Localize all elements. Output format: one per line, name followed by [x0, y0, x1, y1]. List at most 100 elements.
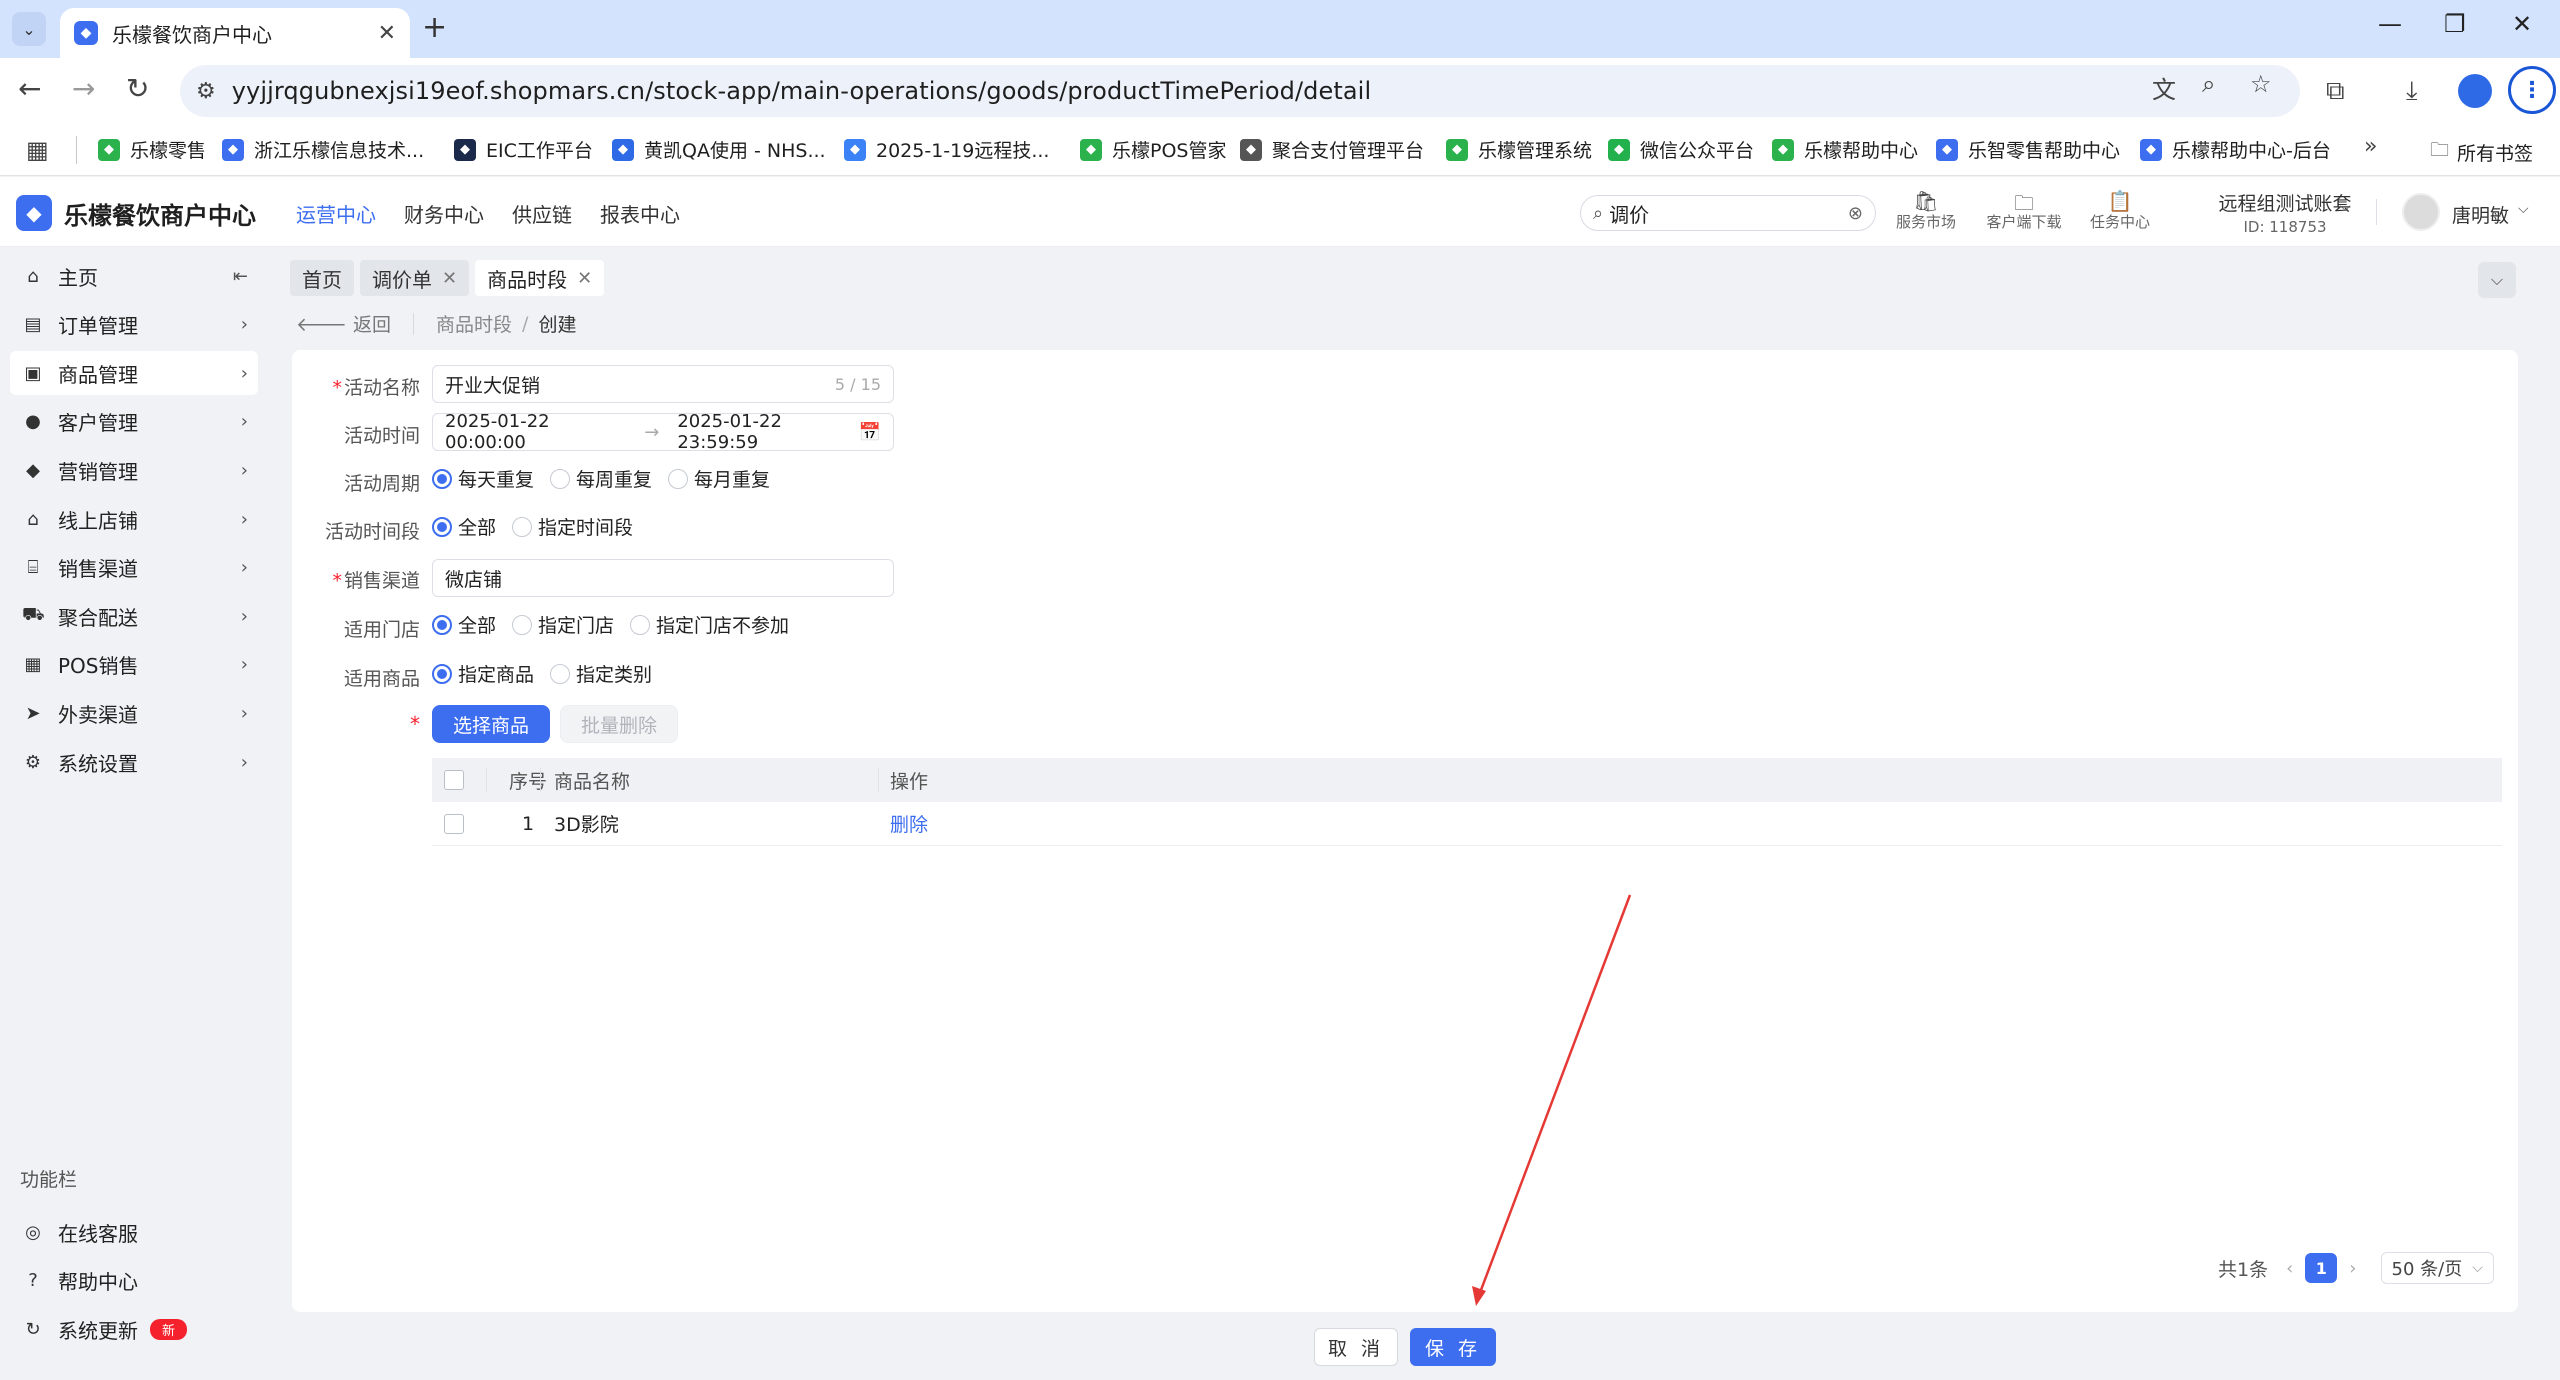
sidebar-item[interactable]: ▣ 商品管理 ›	[10, 351, 258, 396]
nav-reports[interactable]: 报表中心	[600, 199, 680, 228]
sidebar-item[interactable]: ▤ 订单管理 ›	[10, 303, 258, 347]
radio-store-specified[interactable]: 指定门店	[512, 611, 614, 638]
sales-channel-select[interactable]: 微店铺	[432, 559, 894, 597]
chevron-down-icon[interactable]: ⌵	[2340, 199, 2351, 215]
sidebar-item[interactable]: ⌂ 线上店铺 ›	[10, 497, 258, 541]
bookmark-item[interactable]: ◆ 乐檬POS管家	[1080, 136, 1226, 163]
select-goods-button[interactable]: 选择商品	[432, 705, 550, 743]
search-value[interactable]: 调价	[1609, 199, 1848, 228]
chevron-right-icon[interactable]: ›	[241, 703, 248, 724]
bookmark-item[interactable]: ◆ 乐檬管理系统	[1446, 136, 1592, 163]
profile-avatar[interactable]	[2458, 74, 2492, 108]
chevron-right-icon[interactable]: ›	[241, 411, 248, 432]
calendar-icon[interactable]: 📅	[859, 422, 881, 443]
minimize-icon[interactable]: —	[2378, 10, 2402, 38]
apps-grid-icon[interactable]: ▦	[26, 136, 49, 164]
row-checkbox[interactable]	[444, 813, 464, 834]
page-tab-goods-period[interactable]: 商品时段 ✕	[475, 260, 605, 296]
chevron-right-icon[interactable]: ›	[241, 509, 248, 530]
header-search-input[interactable]: ⌕ 调价 ⊗	[1580, 195, 1876, 231]
radio-dot[interactable]	[550, 468, 571, 489]
close-window-icon[interactable]: ✕	[2512, 10, 2532, 38]
chevron-right-icon[interactable]: ›	[241, 654, 248, 675]
cancel-button[interactable]: 取 消	[1314, 1328, 1398, 1366]
url-text[interactable]: yyjjrqgubnexjsi19eof.shopmars.cn/stock-a…	[232, 77, 1371, 105]
bookmark-item[interactable]: ◆ 聚合支付管理平台	[1240, 136, 1424, 163]
next-page-icon[interactable]: ›	[2349, 1258, 2356, 1279]
save-button[interactable]: 保 存	[1410, 1328, 1496, 1366]
bookmark-item[interactable]: ◆ 乐檬零售	[98, 136, 206, 163]
function-bar-item[interactable]: ↻ 系统更新新	[10, 1307, 258, 1351]
sidebar-item[interactable]: ⛟ 聚合配送 ›	[10, 594, 258, 638]
radio-goods-specified[interactable]: 指定商品	[432, 660, 534, 687]
reload-icon[interactable]: ↻	[126, 72, 149, 105]
radio-dot[interactable]	[512, 516, 533, 537]
tab-search-button[interactable]: ⌄	[12, 12, 46, 46]
page-tab-home[interactable]: 首页	[290, 260, 354, 296]
bookmark-star-icon[interactable]: ☆	[2250, 70, 2272, 98]
page-size-select[interactable]: 50 条/页 ⌵	[2380, 1252, 2494, 1284]
user-chevron-down-icon[interactable]: ⌵	[2518, 201, 2529, 217]
radio-dot[interactable]	[512, 614, 533, 635]
radio-store-all[interactable]: 全部	[432, 611, 496, 638]
sidebar-item[interactable]: ⌂ 主页 ⇤	[10, 254, 258, 298]
prev-page-icon[interactable]: ‹	[2286, 1258, 2293, 1279]
bookmark-item[interactable]: ◆ 微信公众平台	[1608, 136, 1754, 163]
clear-search-icon[interactable]: ⊗	[1848, 203, 1863, 224]
nav-operations[interactable]: 运营中心	[296, 199, 376, 228]
activity-time-range-picker[interactable]: 2025-01-22 00:00:00 → 2025-01-22 23:59:5…	[432, 411, 894, 453]
activity-name-input[interactable]: 开业大促销 5 / 15	[432, 365, 894, 403]
translate-icon[interactable]: 文	[2152, 70, 2176, 105]
sidebar-item[interactable]: ⌸ 销售渠道 ›	[10, 546, 258, 590]
breadcrumb-parent[interactable]: 商品时段	[436, 310, 512, 337]
extensions-icon[interactable]: ⧉	[2326, 76, 2345, 107]
radio-dot[interactable]	[668, 468, 689, 489]
radio-dot[interactable]	[432, 516, 452, 537]
bookmark-item[interactable]: ◆ 乐檬帮助中心	[1772, 136, 1918, 163]
function-bar-item[interactable]: ? 帮助中心	[10, 1259, 258, 1303]
user-name[interactable]: 唐明敏	[2452, 201, 2509, 228]
chevron-right-icon[interactable]: ›	[241, 460, 248, 481]
nav-supply-chain[interactable]: 供应链	[512, 199, 572, 228]
browser-menu-icon[interactable]: ⋮	[2508, 66, 2556, 114]
bookmark-item[interactable]: ◆ 浙江乐檬信息技术...	[222, 136, 424, 163]
radio-dot[interactable]	[550, 663, 571, 684]
bookmark-item[interactable]: ◆ 2025-1-19远程技...	[844, 136, 1049, 163]
page-tab-price-adjust[interactable]: 调价单 ✕	[360, 260, 470, 296]
radio-dot[interactable]	[432, 663, 452, 684]
radio-dot[interactable]	[432, 468, 452, 489]
download-icon[interactable]: ⤓	[2406, 76, 2418, 107]
chevron-right-icon[interactable]: ›	[241, 606, 248, 627]
site-info-icon[interactable]: ⚙	[196, 79, 216, 104]
radio-period-all[interactable]: 全部	[432, 513, 496, 540]
close-tab-icon[interactable]: ✕	[442, 268, 457, 289]
sidebar-item[interactable]: ➤ 外卖渠道 ›	[10, 691, 258, 735]
sidebar-item[interactable]: ● 客户管理 ›	[10, 400, 258, 444]
radio-store-excluded[interactable]: 指定门店不参加	[630, 611, 789, 638]
client-download-button[interactable]: 🗀 客户端下载	[1984, 189, 2064, 232]
radio-daily[interactable]: 每天重复	[432, 465, 534, 492]
account-switcher[interactable]: 远程组测试账套 ID: 118753	[2210, 189, 2360, 236]
chevron-right-icon[interactable]: ›	[241, 557, 248, 578]
chevron-right-icon[interactable]: ›	[241, 314, 248, 335]
zoom-icon[interactable]: ⌕	[2202, 70, 2215, 98]
radio-goods-category[interactable]: 指定类别	[550, 660, 652, 687]
user-avatar[interactable]	[2402, 193, 2440, 231]
new-tab-icon[interactable]: +	[422, 10, 447, 45]
chevron-right-icon[interactable]: ›	[241, 752, 248, 773]
service-market-button[interactable]: 🛍 服务市场	[1886, 189, 1966, 232]
chevron-right-icon[interactable]: ›	[241, 363, 248, 384]
back-icon[interactable]: ←	[18, 72, 41, 105]
batch-delete-button[interactable]: 批量删除	[560, 705, 678, 743]
nav-finance[interactable]: 财务中心	[404, 199, 484, 228]
radio-dot[interactable]	[630, 614, 651, 635]
back-button[interactable]: 🡐 返回	[296, 310, 391, 337]
restore-icon[interactable]: ❐	[2444, 10, 2466, 38]
radio-dot[interactable]	[432, 614, 452, 635]
forward-icon[interactable]: →	[72, 72, 95, 105]
task-center-button[interactable]: 📋 任务中心	[2080, 189, 2160, 232]
bookmark-item[interactable]: ◆ 黄凯QA使用 - NHS...	[612, 136, 826, 163]
close-tab-icon[interactable]: ✕	[577, 268, 592, 289]
address-bar[interactable]: ⚙ yyjjrqgubnexjsi19eof.shopmars.cn/stock…	[180, 65, 2300, 117]
sidebar-item[interactable]: ◆ 营销管理 ›	[10, 448, 258, 492]
